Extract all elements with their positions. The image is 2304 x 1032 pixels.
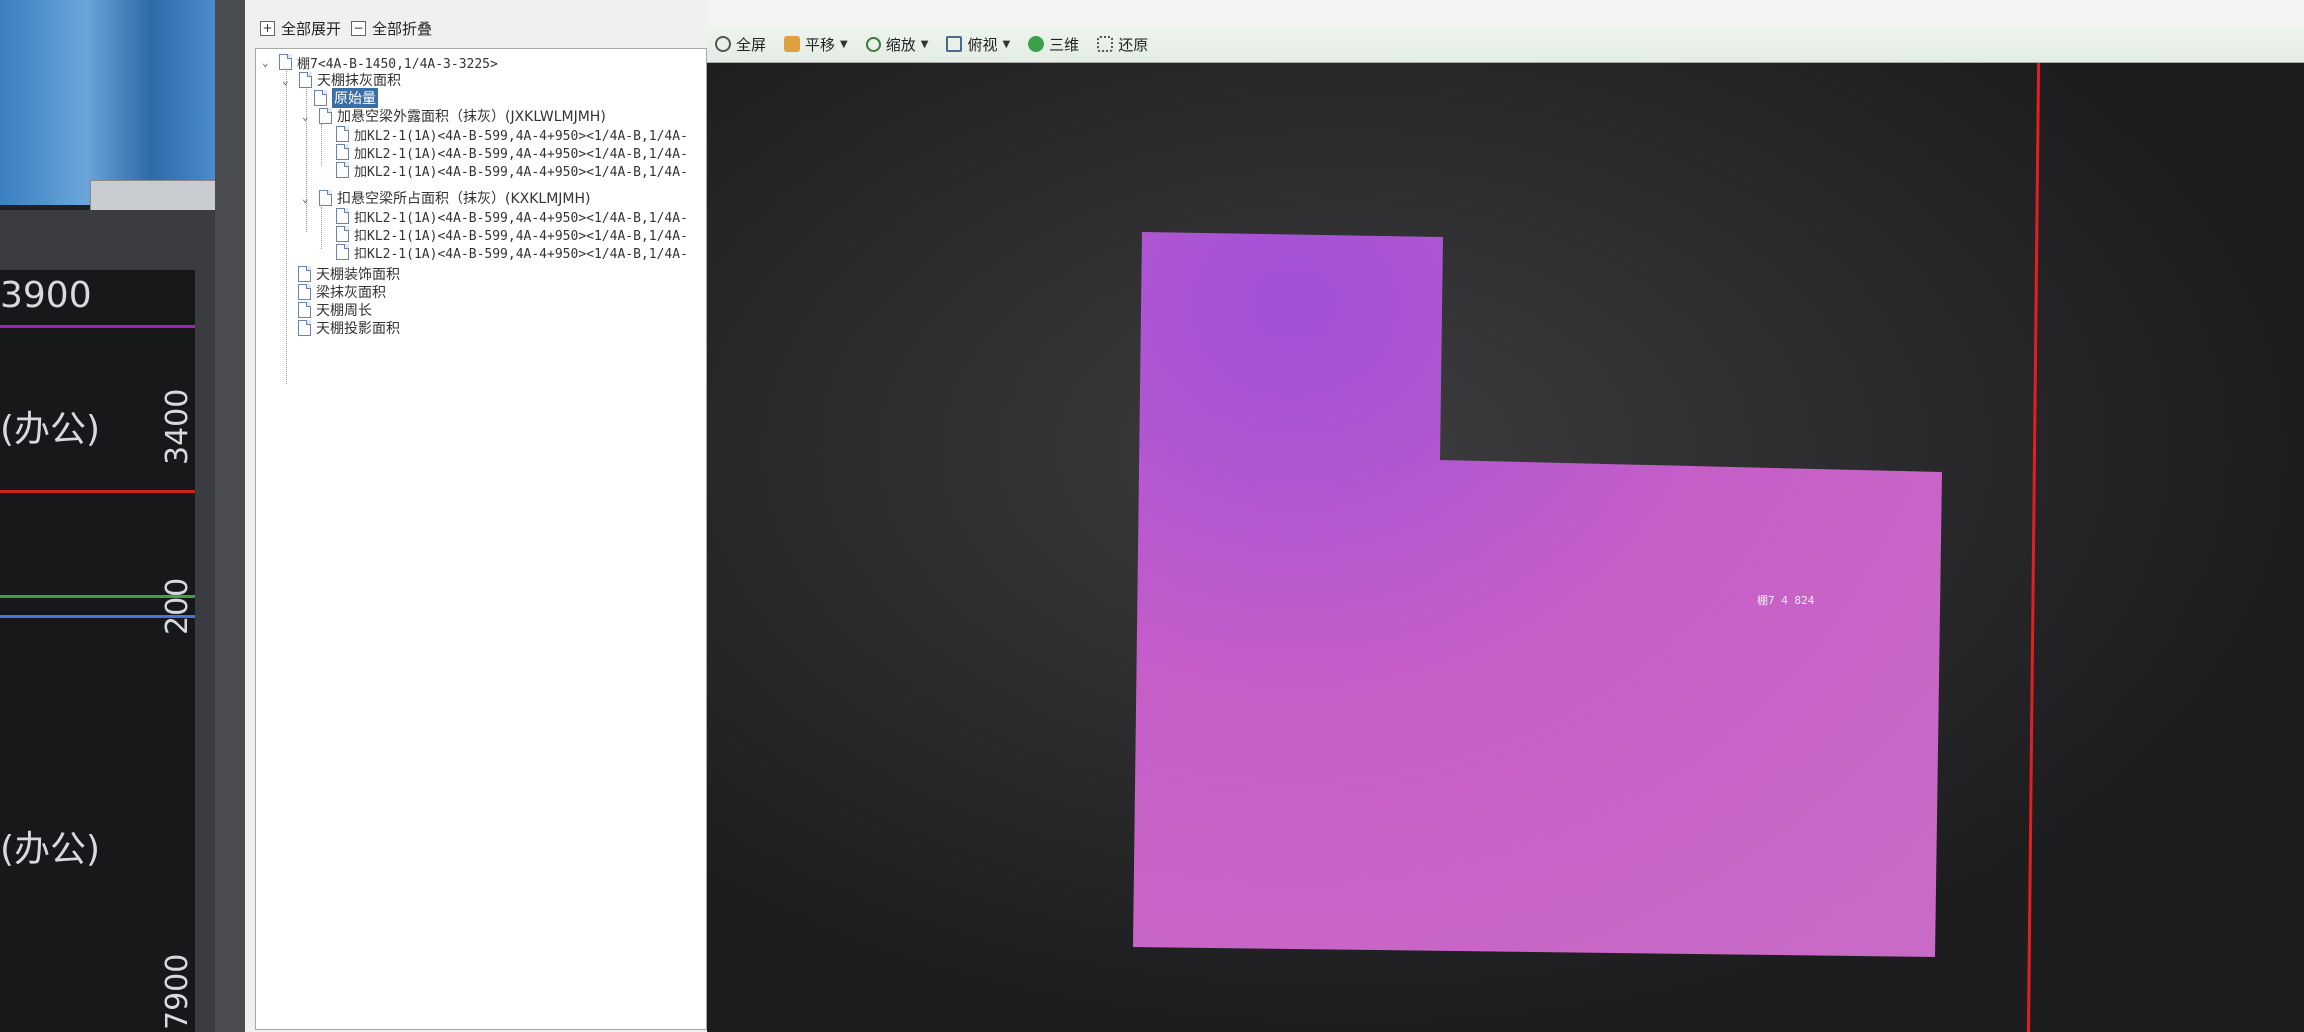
document-icon	[299, 72, 312, 88]
document-icon	[314, 90, 327, 106]
tree-node-beam-plaster-area[interactable]: 梁抹灰面积	[298, 283, 386, 301]
tree-node-ceiling-projection-area[interactable]: 天棚投影面积	[298, 319, 400, 337]
window-edge	[215, 0, 245, 1032]
viewport-toolbar: 全屏 平移 ▼ 缩放 ▼ 俯视 ▼ 三维 还原	[707, 26, 2304, 63]
magnifier-icon	[865, 36, 881, 52]
room-label: (办公)	[0, 409, 101, 450]
document-icon	[319, 190, 332, 206]
tree-panel: + 全部展开 − 全部折叠 ⌄ 棚7<4A-B-1450,1/4A-3-3225…	[245, 0, 709, 1032]
tree-node-root[interactable]: ⌄ 棚7<4A-B-1450,1/4A-3-3225>	[262, 53, 498, 72]
red-line	[0, 490, 195, 493]
tree-node-ceiling-plaster-area[interactable]: ⌄ 天棚抹灰面积	[282, 71, 401, 89]
chevron-down-icon[interactable]: ⌄	[282, 74, 294, 87]
tree-leaf-add-beam[interactable]: 加KL2-1(1A)<4A-B-599,4A-4+950><1/4A-B,1/4…	[336, 161, 688, 180]
grid-axis-line	[2026, 63, 2041, 1032]
document-icon	[298, 320, 311, 336]
background-cad-window: 3900 (办公) 3400 200 (办公) 7900	[0, 0, 245, 1032]
ceiling-shape[interactable]	[1127, 167, 2027, 987]
viewport-title-strip	[707, 0, 2304, 26]
document-icon	[336, 162, 349, 178]
document-icon	[336, 126, 349, 142]
collapse-all-button[interactable]: − 全部折叠	[351, 18, 432, 39]
3d-viewport: 全屏 平移 ▼ 缩放 ▼ 俯视 ▼ 三维 还原 棚7 4 824	[707, 0, 2304, 1032]
document-icon	[298, 284, 311, 300]
tree-leaf-deduct-beam[interactable]: 扣KL2-1(1A)<4A-B-599,4A-4+950><1/4A-B,1/4…	[336, 225, 688, 244]
app-window: + 全部展开 − 全部折叠 ⌄ 棚7<4A-B-1450,1/4A-3-3225…	[245, 0, 2304, 1032]
plus-icon: +	[260, 20, 275, 36]
dimension-label: 7900	[160, 953, 195, 1030]
hand-icon	[784, 36, 801, 52]
tree-node-original-quantity[interactable]: 原始量	[314, 88, 378, 108]
shape-label: 棚7 4 824	[1757, 594, 1815, 607]
chevron-down-icon[interactable]: ⌄	[302, 110, 314, 123]
background-cad-canvas: 3900 (办公) 3400 200 (办公) 7900	[0, 270, 195, 1032]
restore-icon	[1097, 36, 1114, 52]
tree-node-ceiling-decoration-area[interactable]: 天棚装饰面积	[298, 265, 400, 283]
tree-leaf-deduct-beam[interactable]: 扣KL2-1(1A)<4A-B-599,4A-4+950><1/4A-B,1/4…	[336, 207, 688, 226]
tree-leaf-deduct-beam[interactable]: 扣KL2-1(1A)<4A-B-599,4A-4+950><1/4A-B,1/4…	[336, 243, 688, 262]
document-icon	[336, 144, 349, 160]
document-icon	[298, 266, 311, 282]
dimension-label: 3900	[0, 275, 92, 316]
document-icon	[336, 244, 349, 260]
top-view-button[interactable]: 俯视 ▼	[946, 34, 1010, 55]
chevron-down-icon[interactable]: ⌄	[302, 192, 314, 205]
document-icon	[336, 226, 349, 242]
chevron-down-icon[interactable]: ▼	[1002, 39, 1010, 50]
background-button	[90, 180, 217, 214]
chevron-down-icon[interactable]: ▼	[840, 39, 848, 50]
tree-leaf-add-beam[interactable]: 加KL2-1(1A)<4A-B-599,4A-4+950><1/4A-B,1/4…	[336, 143, 688, 162]
3d-button[interactable]: 三维	[1028, 34, 1079, 55]
tree-node-deduct-beam-area[interactable]: ⌄ 扣悬空梁所占面积（抹灰）(KXKLMJMH)	[302, 189, 591, 207]
purple-line	[0, 325, 195, 328]
cube-icon	[946, 36, 963, 52]
minus-icon: −	[351, 20, 367, 36]
document-icon	[298, 302, 311, 318]
calculation-tree: ⌄ 棚7<4A-B-1450,1/4A-3-3225> ⌄ 天棚抹灰面积 原始量…	[255, 48, 707, 1030]
tree-toolbar: + 全部展开 − 全部折叠	[260, 14, 432, 42]
room-label: (办公)	[0, 829, 101, 870]
tree-leaf-add-beam[interactable]: 加KL2-1(1A)<4A-B-599,4A-4+950><1/4A-B,1/4…	[336, 125, 688, 144]
restore-button[interactable]: 还原	[1097, 34, 1148, 55]
fullscreen-icon	[715, 36, 731, 52]
document-icon	[336, 208, 349, 224]
chevron-down-icon[interactable]: ▼	[921, 39, 929, 50]
chevron-down-icon[interactable]: ⌄	[262, 56, 274, 69]
fullscreen-button[interactable]: 全屏	[715, 34, 766, 55]
expand-all-button[interactable]: + 全部展开	[260, 18, 341, 39]
3d-icon	[1028, 36, 1045, 52]
zoom-button[interactable]: 缩放 ▼	[865, 34, 929, 55]
pan-button[interactable]: 平移 ▼	[784, 34, 848, 55]
dimension-label: 200	[160, 577, 195, 635]
desktop-background	[0, 0, 217, 214]
document-icon	[279, 54, 292, 70]
tree-node-add-beam-area[interactable]: ⌄ 加悬空梁外露面积（抹灰）(JXKLWLMJMH)	[302, 107, 606, 125]
ceiling-polygon[interactable]	[1133, 232, 1942, 957]
document-icon	[319, 108, 332, 124]
dimension-label: 3400	[160, 388, 195, 465]
tree-node-ceiling-perimeter[interactable]: 天棚周长	[298, 301, 372, 319]
